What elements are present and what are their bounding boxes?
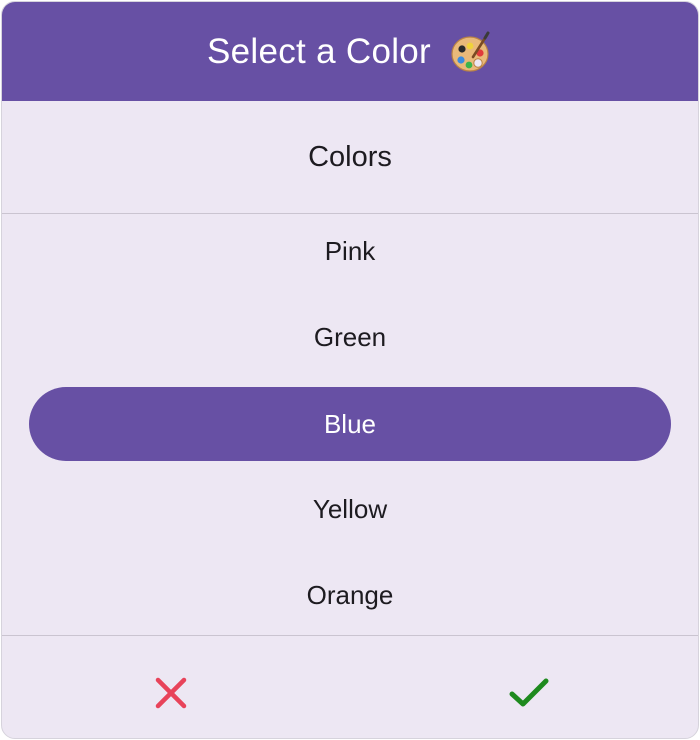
cancel-button[interactable] — [111, 656, 231, 730]
close-icon — [155, 677, 187, 709]
option-label: Yellow — [312, 493, 388, 524]
color-option-green[interactable]: Green — [29, 300, 671, 374]
dialog-footer — [2, 635, 698, 738]
list-title: Colors — [308, 140, 392, 173]
option-label: Orange — [306, 579, 394, 610]
color-option-pink[interactable]: Pink — [29, 214, 671, 288]
confirm-button[interactable] — [469, 656, 589, 730]
list-header: Colors — [2, 101, 698, 214]
check-icon — [509, 678, 549, 707]
option-label: Pink — [324, 235, 376, 266]
artist-palette-icon — [451, 31, 490, 72]
color-options-list: Pink Green Blue Yellow Orange — [2, 215, 698, 635]
dialog-header: Select a Color — [2, 2, 698, 101]
option-label: Green — [313, 321, 387, 352]
color-option-blue[interactable]: Blue — [29, 387, 671, 461]
color-picker-dialog: Select a Color Colors Pink Green Blue Ye… — [1, 1, 699, 739]
dialog-title: Select a Color — [206, 31, 432, 71]
color-option-yellow[interactable]: Yellow — [29, 472, 671, 546]
color-option-orange[interactable]: Orange — [29, 558, 671, 632]
option-label: Blue — [323, 408, 377, 439]
